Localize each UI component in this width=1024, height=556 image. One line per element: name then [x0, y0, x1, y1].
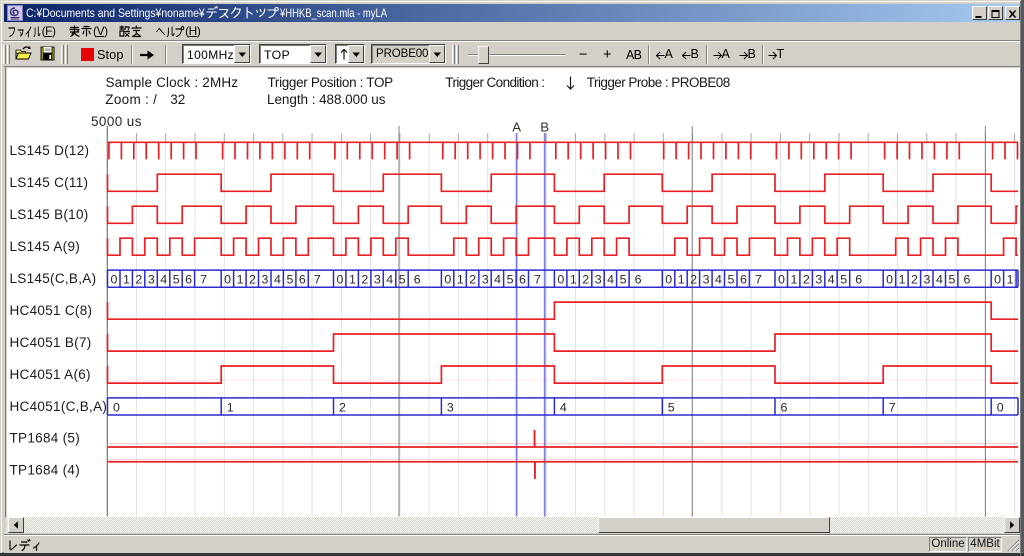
svg-text:0: 0	[444, 272, 451, 286]
svg-text:6: 6	[519, 272, 526, 286]
svg-text:0: 0	[113, 400, 120, 414]
svg-text:A: A	[512, 120, 521, 135]
svg-text:1: 1	[790, 272, 797, 286]
svg-text:0: 0	[224, 272, 231, 286]
svg-text:5000 us: 5000 us	[91, 114, 142, 129]
svg-text:1: 1	[349, 272, 356, 286]
svg-text:5: 5	[840, 272, 847, 286]
svg-text:6: 6	[635, 272, 642, 286]
svg-text:6: 6	[855, 272, 862, 286]
svg-text:2: 2	[803, 272, 810, 286]
svg-text:3: 3	[262, 272, 269, 286]
svg-text:6: 6	[740, 272, 747, 286]
svg-text:4: 4	[160, 272, 167, 286]
svg-text:3: 3	[374, 272, 381, 286]
svg-text:HC4051 A(6): HC4051 A(6)	[10, 367, 91, 382]
svg-text:6: 6	[299, 272, 306, 286]
svg-text:3: 3	[815, 272, 822, 286]
svg-text:2: 2	[135, 272, 142, 286]
svg-text:0: 0	[886, 272, 893, 286]
svg-text:4: 4	[828, 272, 835, 286]
svg-text:1: 1	[237, 272, 244, 286]
svg-text:6: 6	[414, 272, 421, 286]
svg-text:LS145(C,B,A): LS145(C,B,A)	[10, 271, 97, 286]
svg-text:7: 7	[889, 400, 896, 414]
svg-text:4: 4	[936, 272, 943, 286]
svg-text:TP1684 (4): TP1684 (4)	[10, 463, 81, 478]
svg-text:2: 2	[911, 272, 918, 286]
svg-text:3: 3	[482, 272, 489, 286]
svg-text:TP1684 (5): TP1684 (5)	[10, 431, 81, 446]
svg-text:LS145 B(10): LS145 B(10)	[10, 207, 89, 222]
svg-text:3: 3	[447, 400, 454, 414]
svg-text:4: 4	[560, 400, 567, 414]
svg-text:1: 1	[570, 272, 577, 286]
svg-text:7: 7	[534, 272, 541, 286]
svg-text:5: 5	[173, 272, 180, 286]
svg-text:5: 5	[728, 272, 735, 286]
svg-text:0: 0	[997, 400, 1004, 414]
svg-text:5: 5	[399, 272, 406, 286]
svg-text:LS145 D(12): LS145 D(12)	[10, 143, 90, 158]
svg-text:6: 6	[963, 272, 970, 286]
svg-text:B: B	[540, 120, 549, 135]
svg-text:5: 5	[507, 272, 514, 286]
svg-text:4: 4	[386, 272, 393, 286]
svg-text:7: 7	[200, 272, 207, 286]
svg-text:6: 6	[781, 400, 788, 414]
svg-text:0: 0	[778, 272, 785, 286]
svg-text:2: 2	[361, 272, 368, 286]
svg-text:3: 3	[595, 272, 602, 286]
svg-text:5: 5	[620, 272, 627, 286]
svg-text:5: 5	[948, 272, 955, 286]
svg-text:1: 1	[227, 400, 234, 414]
svg-text:2: 2	[249, 272, 256, 286]
svg-text:HC4051(C,B,A): HC4051(C,B,A)	[10, 399, 108, 414]
svg-text:1: 1	[1007, 272, 1014, 286]
svg-text:2: 2	[469, 272, 476, 286]
svg-text:0: 0	[557, 272, 564, 286]
svg-text:2: 2	[582, 272, 589, 286]
svg-text:1: 1	[899, 272, 906, 286]
svg-text:7: 7	[314, 272, 321, 286]
svg-text:5: 5	[286, 272, 293, 286]
svg-text:1: 1	[123, 272, 130, 286]
svg-text:0: 0	[336, 272, 343, 286]
svg-text:4: 4	[607, 272, 614, 286]
svg-text:4: 4	[494, 272, 501, 286]
svg-text:2: 2	[339, 400, 346, 414]
svg-text:2: 2	[690, 272, 697, 286]
svg-text:6: 6	[185, 272, 192, 286]
svg-text:0: 0	[994, 272, 1001, 286]
svg-text:3: 3	[703, 272, 710, 286]
svg-text:4: 4	[715, 272, 722, 286]
svg-text:0: 0	[110, 272, 117, 286]
svg-text:LS145 A(9): LS145 A(9)	[10, 239, 81, 254]
svg-text:1: 1	[457, 272, 464, 286]
svg-text:3: 3	[148, 272, 155, 286]
svg-text:3: 3	[924, 272, 931, 286]
svg-text:LS145 C(11): LS145 C(11)	[10, 175, 89, 190]
svg-text:7: 7	[755, 272, 762, 286]
svg-text:HC4051 B(7): HC4051 B(7)	[10, 335, 92, 350]
svg-text:HC4051 C(8): HC4051 C(8)	[10, 303, 93, 318]
svg-text:1: 1	[678, 272, 685, 286]
svg-text:5: 5	[668, 400, 675, 414]
svg-text:4: 4	[274, 272, 281, 286]
svg-text:0: 0	[665, 272, 672, 286]
